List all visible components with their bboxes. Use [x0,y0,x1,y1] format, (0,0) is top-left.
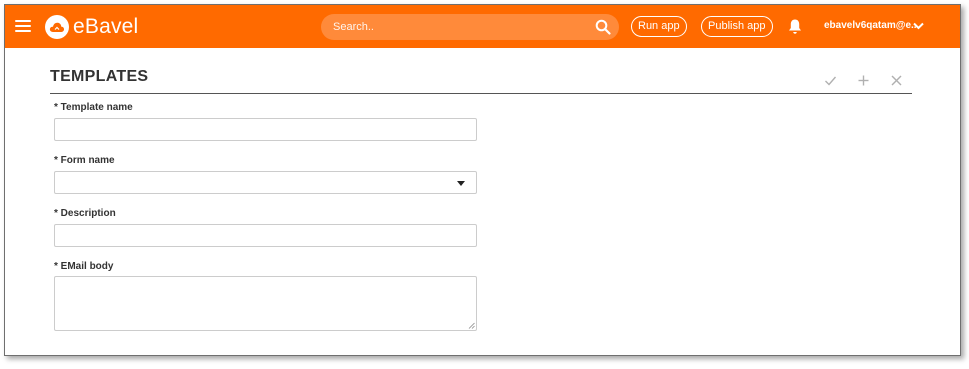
bell-icon[interactable] [787,18,803,35]
search-icon[interactable] [595,19,611,35]
email-body-label: * EMail body [54,261,114,272]
app-window: eBavel Run app Publish app ebavelv6qatam… [4,4,961,356]
template-name-input[interactable] [54,118,477,141]
title-divider [50,93,912,94]
run-app-button[interactable]: Run app [631,16,687,37]
resize-grip-icon[interactable] [468,322,475,329]
form-name-select[interactable] [54,171,477,194]
dropdown-arrow-icon[interactable] [457,181,465,186]
description-label: * Description [54,208,116,219]
close-icon[interactable] [890,74,903,87]
menu-icon[interactable] [15,20,31,33]
plus-icon[interactable] [857,74,870,87]
email-body-textarea[interactable] [54,276,477,331]
page-title: TEMPLATES [50,68,149,85]
check-icon[interactable] [824,74,837,87]
template-name-label: * Template name [54,102,133,113]
cloud-logo-icon [45,15,69,39]
user-email[interactable]: ebavelv6qatam@e... [824,20,919,31]
description-input[interactable] [54,224,477,247]
search-box [321,14,619,40]
brand-name: eBavel [73,15,139,38]
search-input[interactable] [333,14,583,40]
form-name-label: * Form name [54,155,115,166]
brand-logo[interactable]: eBavel [45,12,138,42]
top-bar: eBavel Run app Publish app ebavelv6qatam… [5,5,960,48]
chevron-down-icon[interactable] [913,22,924,30]
publish-app-button[interactable]: Publish app [701,16,773,37]
